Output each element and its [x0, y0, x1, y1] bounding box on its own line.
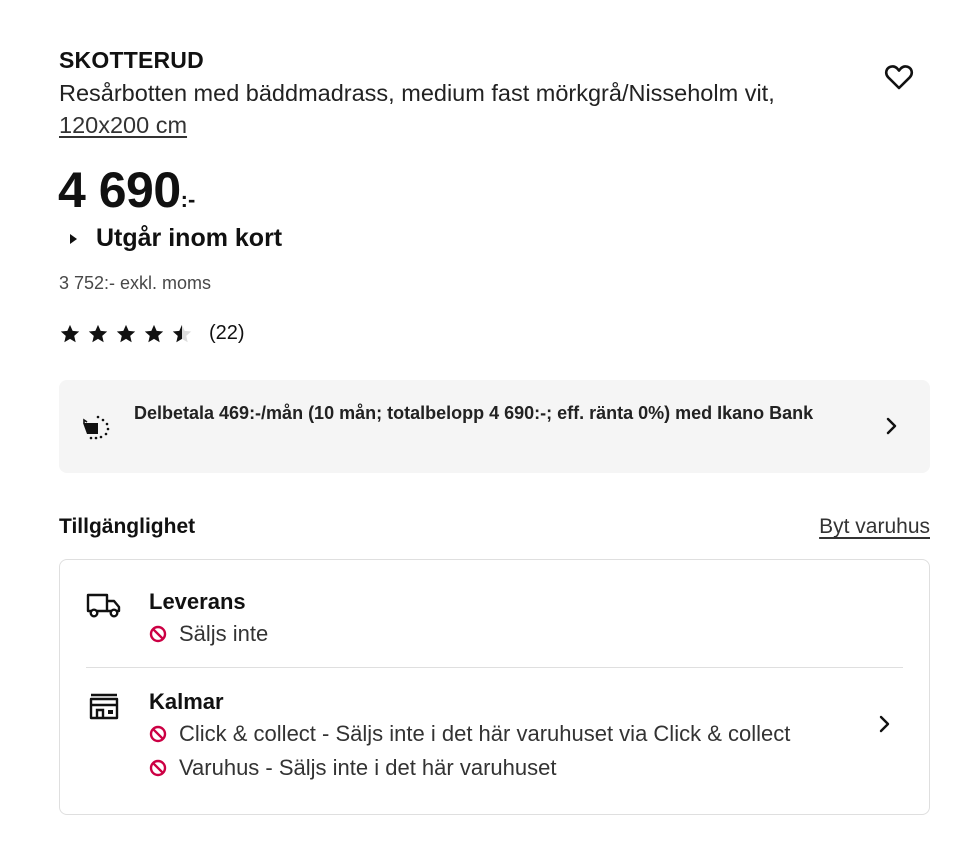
store-status-text: Varuhus - Säljs inte i det här varuhuset — [179, 755, 557, 780]
financing-text: Delbetala 469:-/mån (10 mån; totalbelopp… — [134, 403, 814, 423]
product-name: SKOTTERUD — [59, 47, 204, 73]
product-description-text: Resårbotten med bäddmadrass, medium fast… — [59, 80, 775, 106]
no-entry-icon — [149, 625, 167, 643]
no-entry-icon — [149, 725, 167, 743]
chevron-right-icon — [886, 417, 897, 435]
store-icon — [89, 693, 119, 720]
discontinued-label: Utgår inom kort — [96, 224, 283, 252]
delivery-title: Leverans — [149, 589, 246, 614]
store-section[interactable]: Kalmar Click & collect - Säljs inte i de… — [60, 668, 929, 816]
delivery-status: Säljs inte — [149, 621, 268, 647]
store-status: Varuhus - Säljs inte i det här varuhuset — [149, 755, 556, 781]
rating[interactable]: (22) — [59, 322, 245, 345]
triangle-right-icon — [70, 233, 77, 244]
star-icon — [144, 324, 164, 342]
piggy-bank-icon — [83, 415, 110, 440]
price-amount: 4 690 — [58, 162, 181, 218]
product-price: 4 690:- — [58, 160, 195, 230]
availability-card: Leverans Säljs inte Kalmar Click & colle… — [59, 559, 930, 815]
price-excl-vat: 3 752:- exkl. moms — [59, 273, 212, 293]
star-icon — [88, 324, 108, 342]
star-icon — [116, 324, 136, 342]
delivery-section: Leverans Säljs inte — [60, 560, 929, 668]
size-link[interactable]: 120x200 cm — [59, 112, 187, 138]
financing-banner[interactable]: Delbetala 469:-/mån (10 mån; totalbelopp… — [59, 380, 930, 473]
no-entry-icon — [149, 759, 167, 777]
delivery-status-text: Säljs inte — [179, 621, 269, 646]
product-description: Resårbotten med bäddmadrass, medium fast… — [59, 77, 849, 141]
click-collect-status: Click & collect - Säljs inte i det här v… — [149, 721, 790, 747]
click-collect-status-text: Click & collect - Säljs inte i det här v… — [179, 721, 791, 746]
price-suffix: :- — [180, 187, 196, 212]
chevron-right-icon — [879, 715, 890, 733]
half-star-icon — [172, 324, 192, 342]
rating-count: (22) — [209, 322, 245, 344]
change-store-link[interactable]: Byt varuhus — [819, 515, 930, 539]
discontinued-toggle[interactable]: Utgår inom kort — [70, 224, 282, 253]
truck-icon — [86, 593, 121, 618]
rating-stars — [59, 323, 193, 345]
store-title: Kalmar — [149, 689, 224, 714]
availability-title: Tillgänglighet — [59, 515, 196, 538]
star-icon — [60, 324, 80, 342]
heart-icon[interactable] — [883, 62, 915, 92]
